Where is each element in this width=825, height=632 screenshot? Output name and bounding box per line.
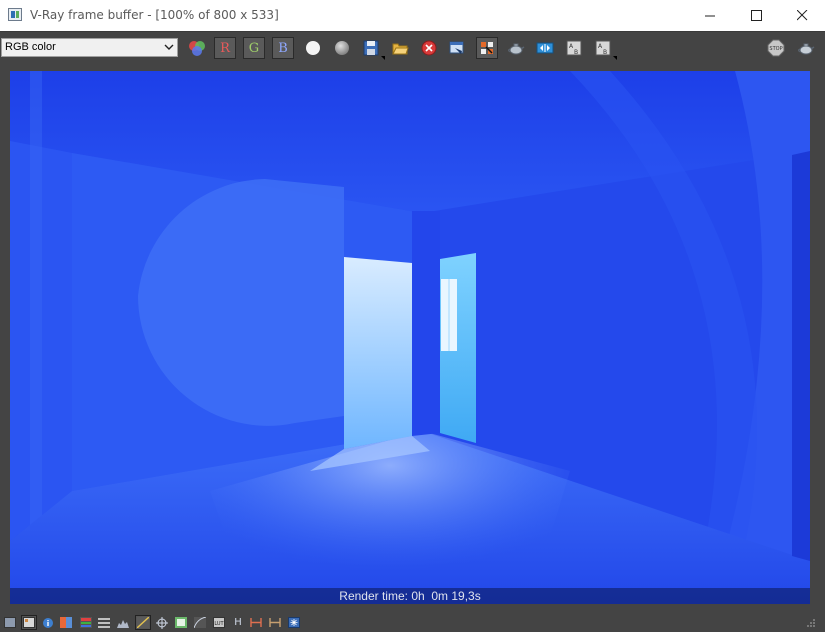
lut-button[interactable]: LUT	[212, 616, 226, 629]
region-icon	[536, 42, 554, 54]
resize-grip-icon	[807, 618, 815, 627]
teapot-icon	[508, 43, 525, 55]
sparkle-icon	[288, 617, 300, 628]
close-icon	[796, 10, 807, 21]
levels-button[interactable]	[97, 616, 111, 629]
curve-icon	[137, 617, 149, 628]
channel-dropdown-value: RGB color	[5, 41, 56, 53]
svg-text:B: B	[574, 49, 578, 56]
color-channels-button[interactable]	[186, 37, 208, 59]
close-button[interactable]	[779, 0, 825, 31]
sparkle-button[interactable]	[287, 616, 301, 629]
h-toggle-button[interactable]: H	[231, 616, 245, 629]
histogram-icon	[117, 620, 129, 628]
levels-icon	[98, 618, 110, 628]
white-balance-button[interactable]	[174, 616, 188, 629]
clear-image-button[interactable]	[418, 37, 440, 59]
color-clamping-button[interactable]	[59, 616, 73, 629]
minimize-icon	[704, 15, 715, 17]
histogram-button[interactable]	[116, 616, 130, 629]
exposure-button[interactable]	[155, 616, 169, 629]
maximize-button[interactable]	[733, 0, 779, 31]
svg-text:STOP: STOP	[769, 46, 782, 52]
pixel-info-icon	[23, 617, 35, 628]
minimize-button[interactable]	[687, 0, 733, 31]
channel-dropdown[interactable]: RGB color	[1, 38, 178, 57]
blue-channel-button[interactable]: B	[272, 37, 294, 59]
render-last-button[interactable]	[505, 37, 527, 59]
red-channel-label: R	[220, 40, 230, 56]
window-icon	[4, 617, 16, 628]
blue-channel-label: B	[278, 40, 288, 56]
exposure-icon	[156, 616, 168, 629]
duplicate-to-max-fb-button[interactable]	[446, 37, 468, 59]
dropdown-marker	[613, 56, 617, 60]
red-channel-button[interactable]: R	[214, 37, 236, 59]
teapot-render-icon	[798, 43, 815, 55]
folder-open-icon	[392, 43, 409, 55]
stop-icon: STOP	[767, 39, 785, 57]
info-button[interactable]	[41, 616, 55, 629]
lut-icon: LUT	[213, 617, 225, 628]
white-balance-icon	[175, 617, 187, 628]
window-title: V-Ray frame buffer - [100% of 800 x 533]	[30, 8, 279, 22]
hsl-icon	[80, 617, 92, 628]
chevron-down-icon	[164, 44, 174, 50]
dropdown-marker	[381, 56, 385, 60]
stop-render-button[interactable]: STOP	[765, 37, 787, 59]
compare-b-button[interactable]: A B	[592, 37, 617, 60]
title-bar: V-Ray frame buffer - [100% of 800 x 533]	[0, 0, 825, 31]
bottom-toolbar: LUT H	[0, 614, 825, 632]
floppy-disk-icon	[363, 40, 379, 56]
ab-compare-icon: A B	[566, 40, 582, 56]
vray-app-icon	[8, 8, 22, 21]
pixel-info-button[interactable]	[21, 615, 37, 630]
track-mouse-icon	[481, 42, 493, 54]
hsl-button[interactable]	[79, 616, 93, 629]
render-time-value: 0h 0m 19,3s	[411, 589, 481, 603]
resize-grip[interactable]	[803, 616, 817, 629]
duplicate-window-icon	[449, 41, 464, 54]
render-image[interactable]: Render time: 0h 0m 19,3s	[10, 71, 810, 604]
gray-circle-icon	[335, 41, 349, 55]
lens-effects-icon	[250, 618, 262, 627]
h-toggle-label: H	[234, 617, 242, 628]
compare-a-button[interactable]: A B	[563, 37, 585, 59]
load-image-button[interactable]	[389, 37, 411, 59]
save-image-button[interactable]	[360, 37, 385, 60]
alpha-white-button[interactable]	[302, 37, 324, 59]
green-channel-button[interactable]: G	[243, 37, 265, 59]
stereo-icon	[269, 618, 281, 627]
ab-history-icon: A B	[595, 40, 611, 56]
render-time-status: Render time: 0h 0m 19,3s	[10, 588, 810, 604]
green-channel-label: G	[248, 40, 260, 56]
lens-effects-button[interactable]	[249, 616, 263, 629]
maximize-icon	[750, 10, 762, 21]
start-render-button[interactable]	[795, 37, 817, 59]
svg-text:LUT: LUT	[214, 621, 224, 627]
display-correction-button[interactable]	[3, 616, 17, 629]
main-toolbar: RGB color R G B A B A B STOP	[0, 31, 825, 63]
rendered-room-image	[10, 71, 810, 604]
gamma-curve-button[interactable]	[193, 616, 207, 629]
color-clamp-icon	[60, 617, 72, 628]
monochrome-button[interactable]	[331, 37, 353, 59]
rgb-circles-icon	[189, 41, 205, 56]
gamma-icon	[194, 617, 206, 628]
region-render-button[interactable]	[534, 37, 556, 59]
info-icon	[43, 617, 53, 628]
curve-button[interactable]	[135, 615, 151, 630]
track-mouse-button[interactable]	[476, 37, 498, 59]
clear-x-icon	[421, 40, 437, 56]
svg-text:B: B	[603, 49, 607, 56]
stereo-button[interactable]	[268, 616, 282, 629]
white-circle-icon	[306, 41, 320, 55]
render-time-label: Render time:	[339, 589, 408, 603]
